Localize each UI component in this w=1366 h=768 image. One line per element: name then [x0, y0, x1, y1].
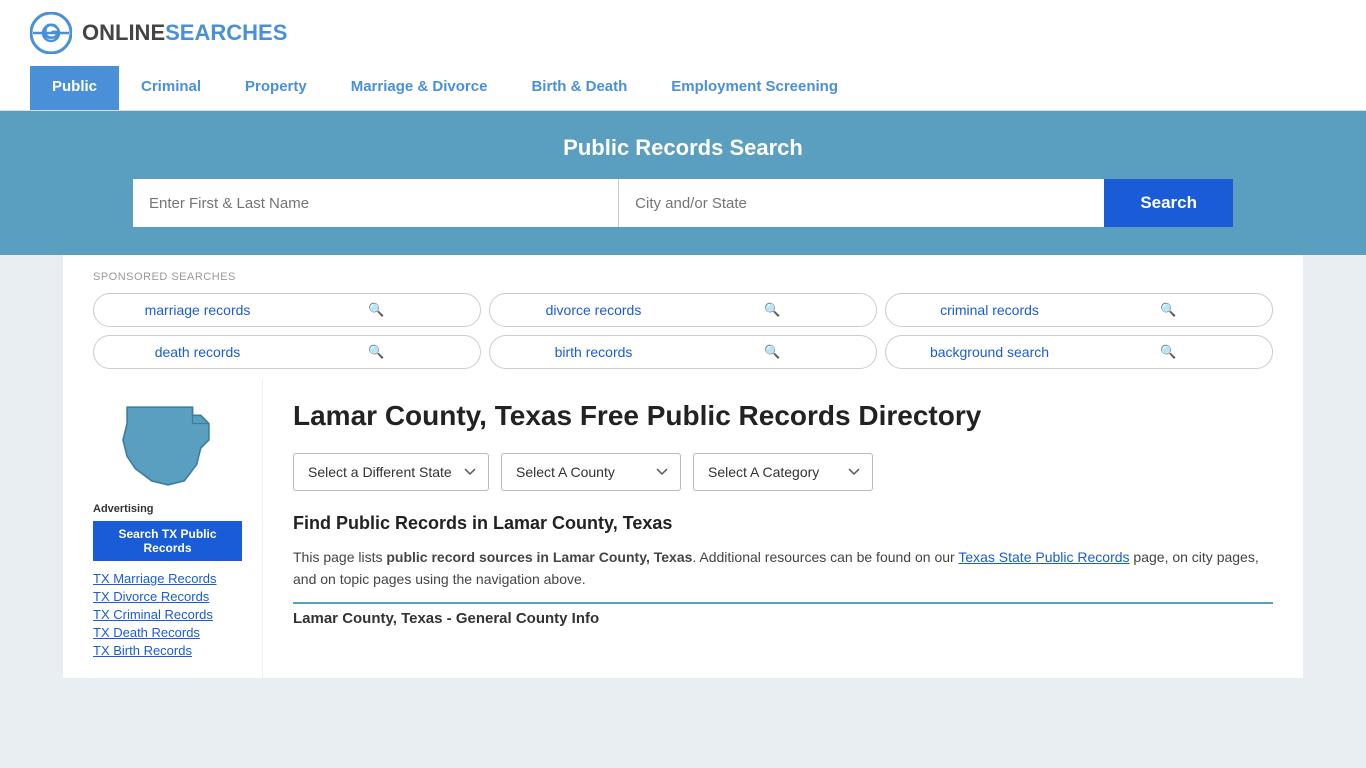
location-input[interactable]	[619, 179, 1104, 227]
texas-state-icon	[118, 399, 218, 489]
sponsored-grid: marriage records 🔍 divorce records 🔍 cri…	[93, 293, 1273, 369]
main-content: Lamar County, Texas Free Public Records …	[263, 379, 1303, 678]
content-area: Advertising Search TX Public Records TX …	[63, 379, 1303, 678]
sidebar-link-marriage[interactable]: TX Marriage Records	[93, 571, 242, 586]
main-wrapper: SPONSORED SEARCHES marriage records 🔍 di…	[63, 255, 1303, 678]
hero-title: Public Records Search	[30, 135, 1336, 161]
sidebar-link-birth[interactable]: TX Birth Records	[93, 643, 242, 658]
sponsored-tag-label-birth: birth records	[504, 344, 683, 360]
texas-map	[93, 399, 242, 489]
sponsored-tag-criminal[interactable]: criminal records 🔍	[885, 293, 1273, 327]
find-link-texas[interactable]: Texas State Public Records	[958, 549, 1129, 565]
header: G ONLINE SEARCHES Public Criminal Proper…	[0, 0, 1366, 111]
page-title: Lamar County, Texas Free Public Records …	[293, 399, 1273, 433]
search-icon-criminal: 🔍	[1079, 302, 1258, 318]
sidebar-link-death[interactable]: TX Death Records	[93, 625, 242, 640]
sponsored-tag-divorce[interactable]: divorce records 🔍	[489, 293, 877, 327]
search-row: Search	[133, 179, 1233, 227]
sponsored-tag-label-background: background search	[900, 344, 1079, 360]
find-text-before: This page lists	[293, 549, 386, 565]
search-icon-death: 🔍	[287, 344, 466, 360]
nav-item-birth-death[interactable]: Birth & Death	[509, 66, 649, 110]
hero-section: Public Records Search Search	[0, 111, 1366, 255]
find-text-middle: . Additional resources can be found on o…	[692, 549, 958, 565]
sponsored-tag-birth[interactable]: birth records 🔍	[489, 335, 877, 369]
logo-icon: G	[30, 12, 72, 54]
logo-online: ONLINE	[82, 20, 165, 46]
main-nav: Public Criminal Property Marriage & Divo…	[30, 66, 1336, 110]
sidebar-link-divorce[interactable]: TX Divorce Records	[93, 589, 242, 604]
nav-item-employment[interactable]: Employment Screening	[649, 66, 860, 110]
search-icon-divorce: 🔍	[683, 302, 862, 318]
logo-searches: SEARCHES	[165, 20, 287, 46]
find-records-title: Find Public Records in Lamar County, Tex…	[293, 513, 1273, 534]
nav-item-public[interactable]: Public	[30, 66, 119, 110]
sidebar-link-criminal[interactable]: TX Criminal Records	[93, 607, 242, 622]
sponsored-section: SPONSORED SEARCHES marriage records 🔍 di…	[63, 255, 1303, 379]
sponsored-label: SPONSORED SEARCHES	[93, 271, 1273, 283]
county-dropdown[interactable]: Select A County	[501, 453, 681, 491]
logo-area: G ONLINE SEARCHES	[30, 12, 1336, 54]
search-icon-marriage: 🔍	[287, 302, 466, 318]
sidebar-ad-label: Advertising	[93, 503, 242, 515]
sponsored-tag-label-marriage: marriage records	[108, 302, 287, 318]
search-icon-background: 🔍	[1079, 344, 1258, 360]
state-dropdown[interactable]: Select a Different State	[293, 453, 489, 491]
nav-item-marriage-divorce[interactable]: Marriage & Divorce	[329, 66, 510, 110]
find-text-bold: public record sources in Lamar County, T…	[386, 549, 692, 565]
section-header: Lamar County, Texas - General County Inf…	[293, 604, 1273, 627]
search-icon-birth: 🔍	[683, 344, 862, 360]
name-input[interactable]	[133, 179, 619, 227]
search-button[interactable]: Search	[1104, 179, 1233, 227]
sponsored-tag-label-divorce: divorce records	[504, 302, 683, 318]
nav-item-criminal[interactable]: Criminal	[119, 66, 223, 110]
sidebar-ad-button[interactable]: Search TX Public Records	[93, 521, 242, 561]
sponsored-tag-label-death: death records	[108, 344, 287, 360]
dropdowns-row: Select a Different State Select A County…	[293, 453, 1273, 491]
sponsored-tag-label-criminal: criminal records	[900, 302, 1079, 318]
sidebar: Advertising Search TX Public Records TX …	[63, 379, 263, 678]
sponsored-tag-marriage[interactable]: marriage records 🔍	[93, 293, 481, 327]
nav-item-property[interactable]: Property	[223, 66, 329, 110]
find-records-text: This page lists public record sources in…	[293, 546, 1273, 591]
sponsored-tag-death[interactable]: death records 🔍	[93, 335, 481, 369]
category-dropdown[interactable]: Select A Category	[693, 453, 873, 491]
logo-text: ONLINE SEARCHES	[82, 20, 287, 46]
sponsored-tag-background[interactable]: background search 🔍	[885, 335, 1273, 369]
sidebar-links: TX Marriage Records TX Divorce Records T…	[93, 571, 242, 658]
